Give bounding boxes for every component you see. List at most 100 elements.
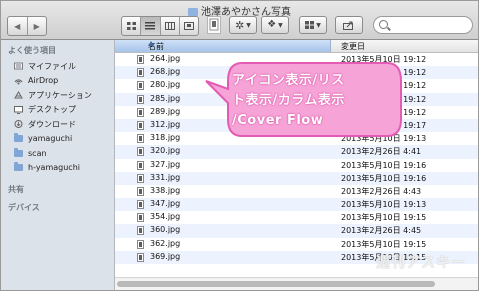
file-name: 338.jpg — [150, 185, 181, 195]
arrange-button[interactable]: ▼ — [299, 16, 327, 34]
jpeg-file-icon — [137, 252, 144, 262]
file-name: 264.jpg — [150, 54, 181, 63]
file-row[interactable]: 331.jpg 2013年5月10日 19:16 — [115, 171, 478, 185]
file-name: 312.jpg — [150, 119, 181, 129]
coverflow-view-icon — [183, 22, 194, 30]
horizontal-scrollbar[interactable] — [115, 277, 478, 290]
sidebar-item-downloads[interactable]: ダウンロード — [1, 117, 114, 132]
file-name: 318.jpg — [150, 133, 181, 143]
applications-icon — [14, 91, 23, 99]
sidebar-item-airdrop[interactable]: AirDrop — [1, 74, 114, 89]
annotation-callout: アイコン表示/リス ト表示/カラム表示 /Cover Flow — [202, 59, 405, 140]
sidebar-item-label: デスクトップ — [28, 105, 76, 115]
sidebar-item-yamaguchi[interactable]: yamaguchi — [1, 132, 114, 147]
folder-icon — [188, 8, 198, 16]
icon-view-button[interactable] — [122, 17, 140, 35]
grid-icon — [305, 21, 315, 29]
jpeg-file-icon — [137, 213, 144, 223]
date-column-header[interactable]: 変更日 — [341, 41, 365, 52]
list-header: 名前 変更日 — [115, 40, 478, 53]
file-row[interactable]: 362.jpg 2013年5月10日 19:15 — [115, 238, 478, 251]
file-modified-date: 2013年5月10日 19:13 — [341, 200, 427, 210]
jpeg-file-icon — [137, 147, 144, 157]
jpeg-file-icon — [137, 68, 144, 78]
sidebar-item-label: マイファイル — [28, 61, 76, 71]
callout-line: /Cover Flow — [232, 113, 324, 128]
callout-line: ト表示/カラム表示 — [232, 93, 345, 108]
sidebar-item-myfiles[interactable]: マイファイル — [1, 59, 114, 74]
jpeg-file-icon — [137, 81, 144, 91]
gear-icon: ✲ — [235, 18, 245, 32]
column-view-button[interactable] — [159, 17, 179, 35]
chevron-right-icon: ▶ — [33, 21, 40, 31]
file-modified-date: 2013年5月10日 19:15 — [341, 213, 427, 223]
chevron-down-icon: ▼ — [316, 21, 321, 29]
file-name: 289.jpg — [150, 106, 181, 116]
sidebar-item-label: ダウンロード — [28, 119, 76, 129]
dropbox-icon: ❖ — [267, 19, 277, 30]
file-name: 360.jpg — [150, 225, 181, 235]
myfiles-icon — [14, 62, 23, 70]
sidebar-item-applications[interactable]: アプリケーション — [1, 88, 114, 103]
desktop-icon — [14, 105, 23, 114]
jpeg-file-icon — [137, 226, 144, 236]
file-name: 347.jpg — [150, 199, 181, 209]
chevron-down-icon: ▼ — [278, 21, 283, 29]
folder-icon — [14, 162, 23, 172]
jpeg-file-icon — [137, 107, 144, 117]
file-row[interactable]: 320.jpg 2013年2月26日 4:41 — [115, 145, 478, 159]
jpeg-file-icon — [137, 55, 144, 64]
file-name: 285.jpg — [150, 93, 181, 103]
sidebar-item-label: AirDrop — [28, 76, 59, 86]
forward-button[interactable]: ▶ — [26, 17, 47, 35]
file-name: 369.jpg — [150, 251, 181, 261]
name-column-header[interactable]: 名前 — [115, 40, 331, 52]
jpeg-file-icon — [137, 160, 144, 170]
jpeg-file-icon — [137, 134, 144, 144]
file-name: 362.jpg — [150, 238, 181, 248]
quicklook-thumbnail[interactable] — [207, 16, 221, 34]
file-row[interactable]: 354.jpg 2013年5月10日 19:15 — [115, 211, 478, 224]
file-row[interactable]: 360.jpg 2013年2月26日 4:45 — [115, 224, 478, 238]
share-button[interactable] — [335, 16, 363, 34]
callout-line: アイコン表示/リス — [232, 73, 345, 88]
column-view-icon — [164, 22, 175, 30]
file-modified-date: 2013年5月10日 19:16 — [341, 173, 427, 183]
sidebar-item-label: アプリケーション — [28, 90, 92, 100]
search-icon — [379, 20, 388, 29]
file-name: 327.jpg — [150, 159, 181, 169]
airdrop-icon — [14, 77, 23, 85]
photo-thumbnail-icon — [209, 18, 219, 31]
dropbox-button[interactable]: ❖ ▼ — [261, 16, 289, 34]
file-modified-date: 2013年2月26日 4:43 — [341, 186, 422, 196]
search-field[interactable] — [373, 16, 473, 34]
file-row[interactable]: 338.jpg 2013年2月26日 4:43 — [115, 185, 478, 198]
file-modified-date: 2013年5月10日 19:15 — [341, 239, 427, 249]
jpeg-file-icon — [137, 239, 144, 249]
chevron-left-icon: ◀ — [14, 21, 21, 31]
file-modified-date: 2013年2月26日 4:41 — [341, 147, 422, 157]
folder-icon — [14, 147, 23, 157]
toolbar: 池澤あやかさん写真 ◀ ▶ ✲ ▼ ❖ ▼ ▼ — [1, 1, 478, 40]
favorites-heading: よく使う項目 — [8, 46, 56, 55]
sidebar-item-scan[interactable]: scan — [1, 146, 114, 161]
share-icon — [343, 21, 353, 30]
icon-view-icon — [126, 22, 136, 30]
downloads-icon — [14, 120, 23, 129]
back-button[interactable]: ◀ — [8, 17, 27, 35]
publisher-watermark: 週刊アスキー — [376, 255, 466, 271]
file-row[interactable]: 327.jpg 2013年5月10日 19:16 — [115, 159, 478, 172]
sidebar-item-desktop[interactable]: デスクトップ — [1, 103, 114, 118]
scrollbar-thumb[interactable] — [117, 281, 435, 287]
sidebar-item-h-yamaguchi[interactable]: h-yamaguchi — [1, 161, 114, 176]
file-name: 320.jpg — [150, 146, 181, 156]
chevron-down-icon: ▼ — [246, 21, 251, 29]
file-modified-date: 2013年5月10日 19:16 — [341, 160, 427, 170]
sort-ascending-icon — [148, 41, 154, 46]
sidebar: よく使う項目 マイファイル AirDrop アプリケーション デスクトップ ダウ… — [1, 40, 115, 290]
action-menu-button[interactable]: ✲ ▼ — [229, 16, 257, 34]
list-view-button[interactable] — [140, 17, 160, 35]
coverflow-view-button[interactable] — [178, 17, 198, 35]
sidebar-item-label: scan — [28, 148, 47, 158]
file-row[interactable]: 347.jpg 2013年5月10日 19:13 — [115, 198, 478, 212]
